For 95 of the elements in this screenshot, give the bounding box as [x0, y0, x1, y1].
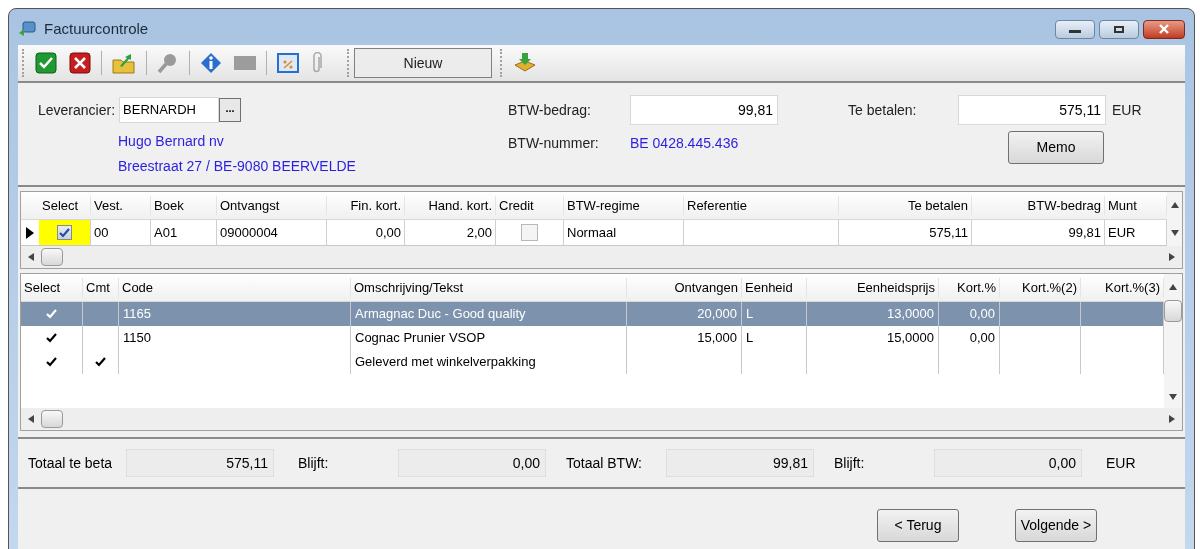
confirm-icon[interactable] — [35, 52, 57, 74]
total-field: 0,00 — [398, 449, 546, 477]
table-cell-text: 575,11 — [929, 223, 968, 242]
close-button[interactable] — [1143, 19, 1185, 39]
column-header[interactable]: Kort.%(2) — [1000, 277, 1081, 298]
cancel-icon[interactable] — [69, 52, 91, 74]
column-header[interactable]: BTW-regime — [564, 195, 684, 216]
column-header[interactable]: Vest. — [91, 195, 151, 216]
total-label: Totaal te beta — [28, 453, 114, 473]
supplier-label: Leverancier: — [38, 100, 116, 120]
scroll-right-icon[interactable] — [1169, 415, 1175, 423]
scrollbar-thumb[interactable] — [41, 410, 63, 428]
table-cell-text: L — [746, 329, 754, 348]
table-cell-text: 20,000 — [697, 305, 737, 324]
table-cell-text: 00 — [94, 223, 109, 242]
nav-button[interactable]: < Terug — [877, 509, 959, 542]
total-label: Blijft: — [298, 453, 330, 473]
scroll-down-icon[interactable] — [1170, 230, 1179, 236]
scroll-down-icon[interactable] — [1169, 394, 1177, 400]
scrollbar-thumb[interactable] — [41, 248, 63, 266]
to-pay-field[interactable]: 575,11 — [958, 95, 1106, 125]
table-cell-text: 2,00 — [466, 223, 492, 242]
search-icon[interactable] — [157, 52, 179, 74]
table-cell-text: EUR — [1108, 223, 1136, 242]
scroll-left-icon[interactable] — [28, 253, 34, 261]
total-field: 99,81 — [666, 449, 814, 477]
browse-button[interactable]: ... — [219, 98, 242, 122]
column-header[interactable]: Te betalen — [839, 195, 972, 216]
vat-amount-label: BTW-bedrag: — [508, 100, 592, 120]
supplier-address: Breestraat 27 / BE-9080 BEERVELDE — [118, 157, 357, 176]
column-header[interactable]: Select — [39, 195, 91, 216]
table-cell-text: 0,00 — [375, 223, 401, 242]
minimize-button[interactable] — [1055, 19, 1095, 39]
to-pay-label: Te betalen: — [848, 100, 918, 120]
column-header[interactable]: Boek — [151, 195, 217, 216]
info-icon[interactable] — [200, 52, 222, 74]
paperclip-icon[interactable] — [311, 52, 323, 74]
scroll-right-icon[interactable] — [1169, 253, 1175, 261]
supplier-field[interactable]: BERNARDH — [119, 97, 220, 123]
table-cell-text: A01 — [154, 223, 178, 242]
scroll-up-icon[interactable] — [1170, 202, 1179, 208]
column-header[interactable]: Ontvangst — [217, 195, 327, 216]
total-field: 0,00 — [934, 449, 1082, 477]
table-cell-text: 1165 — [123, 305, 151, 324]
supplier-name: Hugo Bernard nv — [118, 132, 225, 151]
column-header[interactable]: Cmt — [83, 277, 119, 298]
percent-icon[interactable] — [277, 53, 299, 73]
table-cell-text: Armagnac Duc - Good quality — [355, 305, 526, 324]
column-header[interactable]: Hand. kort. — [405, 195, 496, 216]
column-header[interactable]: Referentie — [684, 195, 839, 216]
column-header[interactable]: Select — [21, 277, 83, 298]
total-label: Blijft: — [834, 453, 866, 473]
memo-button[interactable]: Memo — [1008, 131, 1104, 164]
currency-label: EUR — [1106, 453, 1136, 473]
table-cell-text: 0,00 — [969, 329, 995, 348]
total-label: Totaal BTW: — [566, 453, 643, 473]
scroll-up-icon[interactable] — [1169, 284, 1177, 290]
table-cell-text: L — [746, 305, 754, 324]
scrollbar-thumb[interactable] — [1164, 300, 1182, 322]
column-header[interactable]: Credit — [496, 195, 564, 216]
maximize-button[interactable] — [1099, 19, 1139, 39]
column-header[interactable]: Code — [119, 277, 351, 298]
folder-upload-icon[interactable] — [112, 52, 136, 74]
select-checkbox[interactable] — [57, 225, 72, 240]
column-header[interactable]: Ontvangen — [627, 277, 742, 298]
new-button[interactable]: Nieuw — [354, 48, 492, 78]
table-cell-text: 13,0000 — [887, 305, 934, 324]
close-icon — [1158, 24, 1170, 34]
credit-checkbox[interactable] — [521, 224, 538, 241]
nav-button[interactable]: Volgende > — [1015, 509, 1097, 542]
table-cell-text: Normaal — [567, 223, 617, 242]
column-header[interactable]: Eenheidsprijs — [807, 277, 939, 298]
column-header[interactable]: Eenheid — [742, 277, 807, 298]
column-header[interactable]: Kort.% — [939, 277, 1000, 298]
check-icon — [59, 227, 70, 238]
table-cell-text: 15,0000 — [887, 329, 934, 348]
app-icon — [18, 21, 36, 37]
vat-number: BE 0428.445.436 — [630, 134, 739, 153]
scroll-left-icon[interactable] — [28, 415, 34, 423]
table-cell-text: 1150 — [123, 329, 151, 348]
table-cell-text: 0,00 — [969, 305, 995, 324]
table-cell-text: 99,81 — [1068, 223, 1101, 242]
table-cell-text: 15,000 — [697, 329, 737, 348]
currency-label: EUR — [1112, 100, 1142, 120]
vat-number-label: BTW-nummer: — [508, 134, 600, 153]
column-header[interactable]: BTW-bedrag — [972, 195, 1105, 216]
table-cell-text: Cognac Prunier VSOP — [355, 329, 486, 348]
column-header[interactable]: Fin. kort. — [327, 195, 405, 216]
window-title: Factuurcontrole — [44, 18, 149, 39]
table-cell-text: Geleverd met winkelverpakking — [355, 353, 536, 372]
table-cell-text: 09000004 — [220, 223, 278, 242]
column-header[interactable]: Omschrijving/Tekst — [351, 277, 627, 298]
total-field: 575,11 — [126, 449, 274, 477]
tray-download-icon[interactable] — [513, 52, 537, 74]
vat-amount-field[interactable]: 99,81 — [630, 95, 778, 125]
